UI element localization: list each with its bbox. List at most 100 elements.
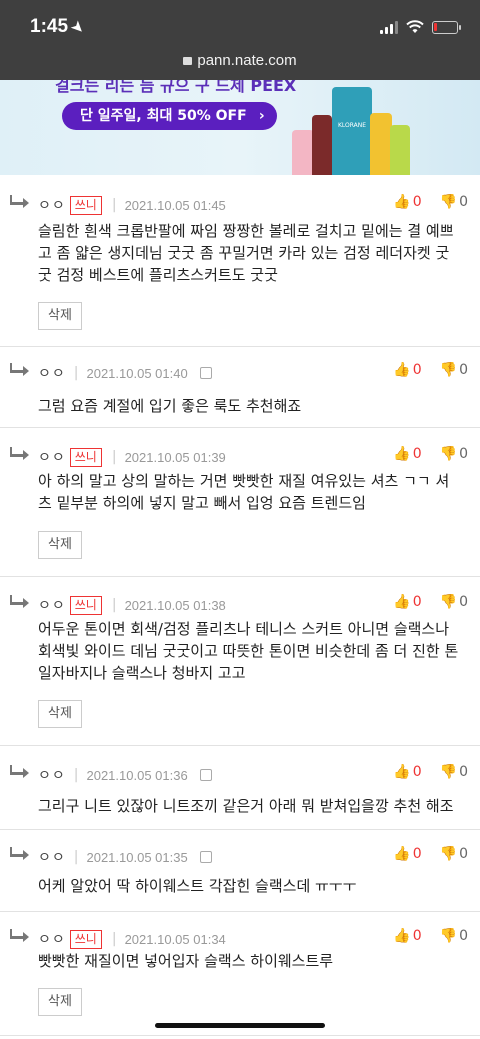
downvote-button[interactable]: 👎 0: [440, 928, 468, 944]
address-bar[interactable]: pann.nate.com: [0, 52, 480, 69]
battery-icon: [432, 20, 461, 34]
vote-group: 👍 0 👎 0: [393, 928, 468, 944]
comment-text: 빳빳한 재질이면 넣어입자 슬랙스 하이웨스트루: [38, 952, 334, 970]
comment-author[interactable]: ㅇㅇ: [38, 765, 66, 785]
downvote-button[interactable]: 👎 0: [440, 446, 468, 462]
vote-group: 👍 0 👎 0: [393, 594, 468, 610]
thumbs-up-icon: 👍: [393, 194, 411, 210]
delete-button[interactable]: 삭제: [38, 700, 82, 728]
thumbs-down-icon: 👎: [439, 764, 458, 780]
reply-arrow-icon: [10, 765, 29, 778]
upvote-count: 0: [412, 594, 422, 610]
comment-meta: ㅇㅇ | 2021.10.05 01:36: [38, 764, 212, 786]
downvote-button[interactable]: 👎 0: [440, 594, 468, 610]
chevron-right-icon: ›: [258, 108, 265, 124]
downvote-button[interactable]: 👎 0: [440, 362, 468, 378]
delete-button[interactable]: 삭제: [38, 531, 82, 559]
comment-author[interactable]: ㅇㅇ: [38, 195, 66, 215]
comment-author[interactable]: ㅇㅇ: [38, 363, 66, 383]
meta-divider: |: [111, 597, 117, 613]
comment-meta: ㅇㅇ 쓰니 | 2021.10.05 01:38: [38, 594, 226, 616]
comment-author[interactable]: ㅇㅇ: [38, 929, 66, 949]
comment-author[interactable]: ㅇㅇ: [38, 447, 66, 467]
meta-divider: |: [111, 449, 117, 465]
comment-date: 2021.10.05 01:40: [86, 365, 188, 381]
upvote-count: 0: [412, 764, 422, 780]
upvote-button[interactable]: 👍 0: [393, 362, 421, 378]
downvote-button[interactable]: 👎 0: [440, 846, 468, 862]
thumbs-up-icon: 👍: [393, 846, 411, 862]
thumbs-up-icon: 👍: [393, 764, 411, 780]
meta-divider: |: [73, 849, 79, 865]
upvote-count: 0: [412, 928, 422, 944]
comment-meta: ㅇㅇ | 2021.10.05 01:35: [38, 846, 212, 868]
delete-button[interactable]: 삭제: [38, 302, 82, 330]
vote-group: 👍 0 👎 0: [393, 194, 468, 210]
vote-group: 👍 0 👎 0: [393, 846, 468, 862]
comment-text: 그럼 요즘 계절에 입기 좋은 룩도 추천해죠: [38, 397, 302, 415]
reply-arrow-icon: [10, 847, 29, 860]
downvote-count: 0: [459, 764, 468, 780]
downvote-count: 0: [459, 446, 468, 462]
reply-arrow-icon: [10, 195, 29, 208]
comment-author[interactable]: ㅇㅇ: [38, 847, 66, 867]
comment-author[interactable]: ㅇㅇ: [38, 595, 66, 615]
thumbs-down-icon: 👎: [439, 594, 458, 610]
comment-text: 슬림한 흰색 크롭반팔에 짜임 짱짱한 볼레로 걸치고 밑에는 결 예쁘고 좀 …: [38, 222, 454, 284]
comment-meta: ㅇㅇ | 2021.10.05 01:40: [38, 362, 212, 384]
delete-button[interactable]: 삭제: [38, 988, 82, 1016]
upvote-count: 0: [412, 446, 422, 462]
banner-cta-button[interactable]: 단 일주일, 최대 50% OFF ›: [62, 102, 277, 130]
upvote-button[interactable]: 👍 0: [393, 928, 421, 944]
thumbs-down-icon: 👎: [439, 362, 458, 378]
lock-icon: [199, 367, 212, 379]
downvote-count: 0: [459, 362, 468, 378]
comment-item: ㅇㅇ | 2021.10.05 01:36 👍 0 👎 0 그리구 니트 있잖아 니…: [0, 750, 480, 830]
author-badge: 쓰니: [69, 447, 102, 467]
thumbs-up-icon: 👍: [393, 594, 411, 610]
downvote-count: 0: [459, 594, 468, 610]
meta-divider: |: [111, 931, 117, 947]
comment-date: 2021.10.05 01:38: [124, 597, 226, 613]
author-badge: 쓰니: [69, 595, 102, 615]
upvote-button[interactable]: 👍 0: [393, 446, 421, 462]
thumbs-down-icon: 👎: [439, 194, 458, 210]
meta-divider: |: [73, 365, 79, 381]
upvote-button[interactable]: 👍 0: [393, 846, 421, 862]
downvote-button[interactable]: 👎 0: [440, 194, 468, 210]
status-icons: [380, 20, 461, 34]
upvote-count: 0: [412, 846, 422, 862]
reply-arrow-icon: [10, 929, 29, 942]
downvote-count: 0: [459, 928, 468, 944]
comment-item: ㅇㅇ | 2021.10.05 01:35 👍 0 👎 0 어케 알았어 딱 하이웨…: [0, 832, 480, 912]
url-text: pann.nate.com: [197, 52, 297, 69]
lock-icon: [199, 769, 212, 781]
comment-item: ㅇㅇ 쓰니 | 2021.10.05 01:38 👍 0 👎 0 어두운 톤이면 회…: [0, 580, 480, 746]
downvote-count: 0: [459, 194, 468, 210]
home-indicator[interactable]: [155, 1023, 325, 1028]
thumbs-up-icon: 👍: [393, 362, 411, 378]
promo-banner[interactable]: 걸크는 리는 듬 규으 구 드제 PEEX 단 일주일, 최대 50% OFF …: [0, 80, 480, 175]
downvote-button[interactable]: 👎 0: [440, 764, 468, 780]
upvote-button[interactable]: 👍 0: [393, 194, 421, 210]
upvote-count: 0: [412, 194, 422, 210]
comment-date: 2021.10.05 01:39: [124, 449, 226, 465]
comment-date: 2021.10.05 01:45: [124, 197, 226, 213]
comment-text: 어두운 톤이면 회색/검정 플리츠나 테니스 스커트 아니면 슬랙스나 회색빛 …: [38, 620, 459, 682]
product-brand-label: KLORANE: [337, 122, 367, 129]
downvote-count: 0: [459, 846, 468, 862]
upvote-button[interactable]: 👍 0: [393, 594, 421, 610]
comment-item: ㅇㅇ 쓰니 | 2021.10.05 01:34 👍 0 👎 0 빳빳한 재질이면 …: [0, 914, 480, 1036]
thumbs-down-icon: 👎: [439, 928, 458, 944]
lock-icon: [183, 57, 193, 65]
comment-meta: ㅇㅇ 쓰니 | 2021.10.05 01:45: [38, 194, 226, 216]
location-arrow-icon: ➤: [68, 17, 89, 37]
comment-meta: ㅇㅇ 쓰니 | 2021.10.05 01:34: [38, 928, 226, 950]
meta-divider: |: [73, 767, 79, 783]
comment-item: ㅇㅇ 쓰니 | 2021.10.05 01:45 👍 0 👎 0 슬림한 흰색 크롭…: [0, 180, 480, 347]
comment-item: ㅇㅇ 쓰니 | 2021.10.05 01:39 👍 0 👎 0 아 하의 말고 상…: [0, 432, 480, 577]
upvote-button[interactable]: 👍 0: [393, 764, 421, 780]
comment-text: 어케 알았어 딱 하이웨스트 각잡힌 슬랙스데 ㅠㅜㅜ: [38, 877, 357, 895]
browser-top-bar: 1:45➤ pann.nate.com: [0, 0, 480, 80]
reply-arrow-icon: [10, 447, 29, 460]
